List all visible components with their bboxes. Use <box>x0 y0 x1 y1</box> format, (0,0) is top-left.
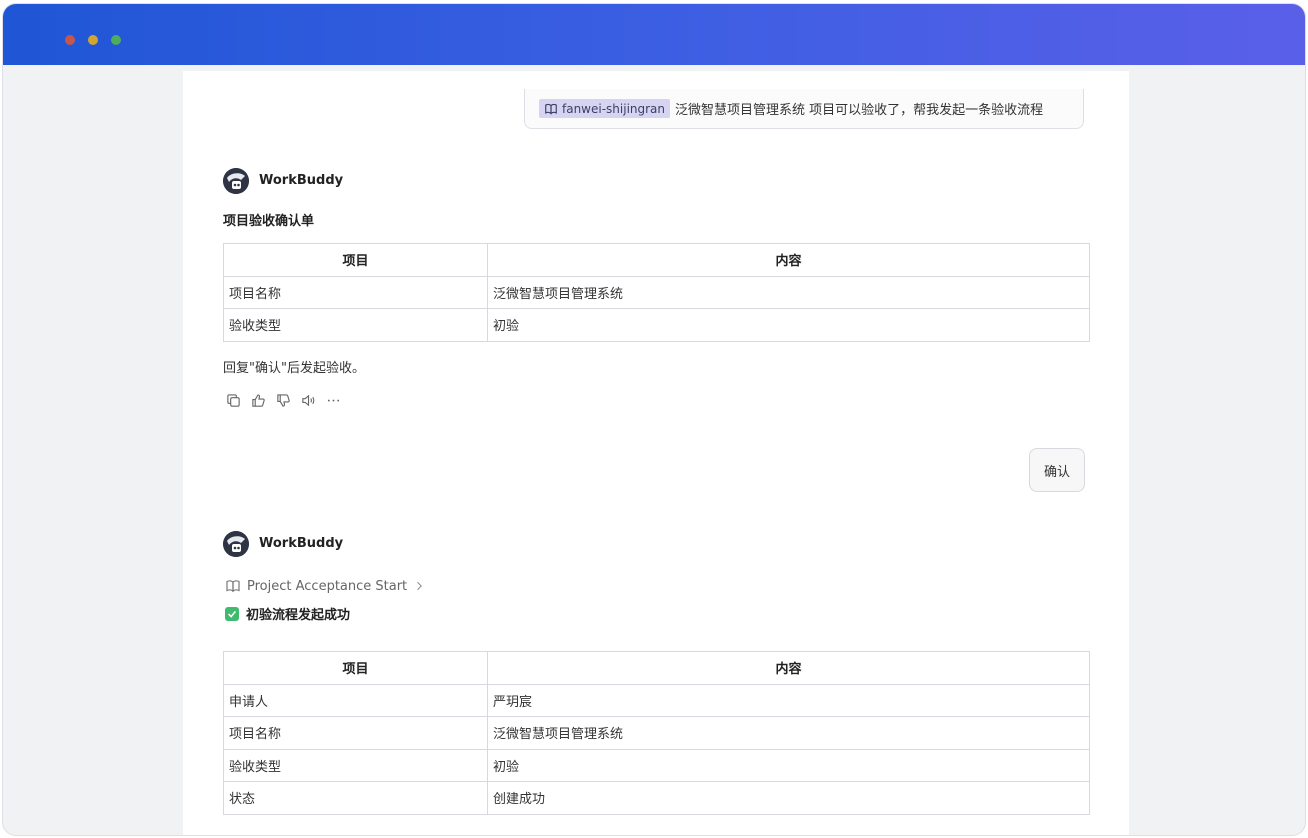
table-header-cell: 内容 <box>487 243 1090 277</box>
thumbs-down-icon[interactable] <box>275 392 291 408</box>
bot-name: WorkBuddy <box>259 173 344 188</box>
table-row: 项目名称 泛微智慧项目管理系统 <box>223 716 1090 750</box>
table-header-row: 项目 内容 <box>223 243 1090 277</box>
maximize-window-button[interactable] <box>111 35 121 45</box>
table-cell: 严玥宸 <box>487 683 1090 717</box>
chat-panel: fanwei-shijingran 泛微智慧项目管理系统 项目可以验收了，帮我发… <box>183 71 1129 835</box>
table-cell: 申请人 <box>223 683 488 717</box>
copy-icon[interactable] <box>225 392 241 408</box>
table-cell: 创建成功 <box>487 781 1090 815</box>
skill-mention-tag[interactable]: fanwei-shijingran <box>539 99 671 118</box>
table-row: 申请人 严玥宸 <box>223 683 1090 717</box>
minimize-window-button[interactable] <box>88 35 98 45</box>
table-header-row: 项目 内容 <box>223 651 1090 685</box>
checkmark-icon <box>225 606 239 621</box>
table-cell: 验收类型 <box>223 308 488 342</box>
skill-name: Project Acceptance Start <box>247 578 408 594</box>
chevron-right-icon <box>417 581 423 591</box>
close-window-button[interactable] <box>65 35 75 45</box>
confirm-table: 项目 内容 项目名称 泛微智慧项目管理系统 验收类型 初验 <box>223 243 1090 342</box>
table-cell: 初验 <box>487 308 1090 342</box>
table-row: 状态 创建成功 <box>223 781 1090 815</box>
table-cell: 初验 <box>487 748 1090 782</box>
message-actions <box>225 392 341 408</box>
status-text: 初验流程发起成功 <box>246 608 351 623</box>
mention-label: fanwei-shijingran <box>562 101 666 116</box>
user-message-bubble: fanwei-shijingran 泛微智慧项目管理系统 项目可以验收了，帮我发… <box>524 89 1084 129</box>
title-bar <box>3 4 1305 65</box>
skill-invocation[interactable]: Project Acceptance Start <box>225 578 425 594</box>
table-cell: 泛微智慧项目管理系统 <box>487 275 1090 309</box>
table-row: 验收类型 初验 <box>223 748 1090 782</box>
table-row: 验收类型 初验 <box>223 308 1090 342</box>
table-cell: 泛微智慧项目管理系统 <box>487 716 1090 750</box>
confirm-message-bubble[interactable]: 确认 <box>1029 448 1085 492</box>
table-cell: 项目名称 <box>223 716 488 750</box>
table-cell: 状态 <box>223 781 488 815</box>
reply-title: 项目验收确认单 <box>223 214 315 229</box>
table-header-cell: 项目 <box>223 243 488 277</box>
book-icon <box>226 580 240 593</box>
book-icon <box>545 103 557 115</box>
table-cell: 项目名称 <box>223 275 488 309</box>
table-header-cell: 内容 <box>487 651 1090 685</box>
status-line: 初验流程发起成功 <box>225 604 350 623</box>
user-message-text: 泛微智慧项目管理系统 项目可以验收了，帮我发起一条验收流程 <box>675 103 1044 118</box>
table-row: 项目名称 泛微智慧项目管理系统 <box>223 275 1090 309</box>
thumbs-up-icon[interactable] <box>250 392 266 408</box>
speaker-icon[interactable] <box>300 392 316 408</box>
result-table: 项目 内容 申请人 严玥宸 项目名称 泛微智慧项目管理系统 验收类型 初验 状态… <box>223 651 1090 815</box>
more-icon[interactable] <box>325 392 341 408</box>
table-header-cell: 项目 <box>223 651 488 685</box>
reply-footer-text: 回复"确认"后发起验收。 <box>223 361 365 376</box>
bot-avatar <box>223 531 249 557</box>
table-cell: 验收类型 <box>223 748 488 782</box>
bot-avatar <box>223 168 249 194</box>
app-window: fanwei-shijingran 泛微智慧项目管理系统 项目可以验收了，帮我发… <box>2 3 1306 836</box>
bot-name: WorkBuddy <box>259 536 344 551</box>
